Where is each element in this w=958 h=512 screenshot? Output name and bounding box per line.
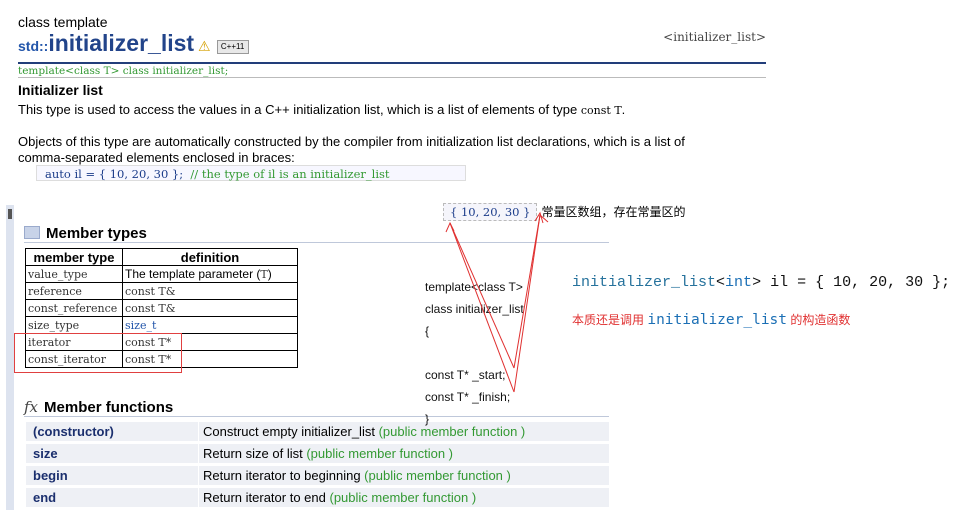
member-type-name: const_reference: [25, 299, 123, 317]
example-code-box: auto il = { 10, 20, 30 }; // the type of…: [36, 165, 466, 181]
cpp11-badge: C++11: [216, 39, 249, 54]
table-row: size_type size_t: [25, 316, 298, 334]
array-annotation-text: 常量区数组，存在常量区的: [541, 205, 686, 219]
description-text: This type is used to access the values i…: [18, 102, 581, 117]
syntax-divider: [18, 77, 766, 78]
section-title: Initializer list: [18, 82, 103, 98]
page-title: std::initializer_list ⚠ C++11: [18, 30, 249, 57]
header-file-tag[interactable]: <initializer_list>: [663, 30, 766, 44]
member-type-definition: The template parameter (T): [122, 265, 298, 283]
code-line: template<class T>: [425, 280, 523, 294]
page-kind-label: class template: [18, 14, 108, 30]
column-header-member-type: member type: [25, 248, 123, 266]
member-type-definition: const T&: [122, 299, 298, 317]
function-link[interactable]: size: [33, 444, 58, 463]
member-type-name: value_type: [25, 265, 123, 283]
constructor-note: 本质还是调用 initializer_list 的构造函数: [572, 312, 851, 328]
array-annotation: { 10, 20, 30 } 常量区数组，存在常量区的: [443, 203, 685, 221]
member-functions-heading: fx Member functions: [24, 398, 174, 416]
member-types-divider: [24, 242, 609, 243]
member-type-name: size_type: [25, 316, 123, 334]
member-function-row[interactable]: size Return size of list (public member …: [26, 444, 609, 463]
iterator-highlight-box: [14, 333, 182, 373]
function-description: Return iterator to end (public member fu…: [203, 490, 477, 505]
function-icon: fx: [24, 398, 39, 416]
inline-code: const T: [580, 104, 622, 117]
function-description: Return size of list (public member funct…: [203, 446, 453, 461]
member-types-heading: Member types: [24, 225, 147, 242]
title-class-name: initializer_list: [48, 30, 195, 56]
description-line-3: comma-separated elements enclosed in bra…: [18, 150, 295, 165]
table-row: value_type The template parameter (T): [25, 265, 298, 283]
initializer-list-declaration: initializer_list<int> il = { 10, 20, 30 …: [572, 274, 951, 291]
header-divider: [18, 62, 766, 64]
table-row: reference const T&: [25, 282, 298, 300]
member-type-name: reference: [25, 282, 123, 300]
warning-icon: ⚠: [198, 38, 211, 54]
member-function-row[interactable]: end Return iterator to end (public membe…: [26, 488, 609, 507]
code-line: }: [425, 412, 430, 426]
code-line: {: [425, 324, 430, 338]
code-line: const T* _finish;: [425, 390, 511, 404]
annotation-code-block: template<class T> class initializer_list…: [425, 276, 524, 430]
function-link[interactable]: end: [33, 488, 56, 507]
arrow-head: [445, 221, 455, 233]
table-icon: [24, 226, 40, 239]
function-link[interactable]: begin: [33, 466, 68, 485]
description-line-1: This type is used to access the values i…: [18, 102, 626, 117]
example-code: auto il = { 10, 20, 30 };: [45, 167, 184, 181]
column-header-definition: definition: [122, 248, 298, 266]
code-line: const T* _start;: [425, 368, 506, 382]
member-function-row[interactable]: begin Return iterator to beginning (publ…: [26, 466, 609, 485]
table-header-row: member type definition: [25, 248, 298, 266]
code-line: class initializer_list: [425, 302, 524, 316]
function-description: Return iterator to beginning (public mem…: [203, 468, 511, 483]
table-row: const_reference const T&: [25, 299, 298, 317]
example-comment: // the type of il is an initializer_list: [190, 167, 390, 181]
member-type-definition: size_t: [122, 316, 298, 334]
description-line-2: Objects of this type are automatically c…: [18, 134, 685, 149]
array-literal: { 10, 20, 30 }: [443, 203, 538, 221]
title-namespace: std::: [18, 38, 49, 54]
scroll-marker: [6, 205, 14, 510]
syntax-declaration: template<class T> class initializer_list…: [18, 65, 229, 77]
function-link[interactable]: (constructor): [33, 422, 114, 441]
member-type-definition: const T&: [122, 282, 298, 300]
